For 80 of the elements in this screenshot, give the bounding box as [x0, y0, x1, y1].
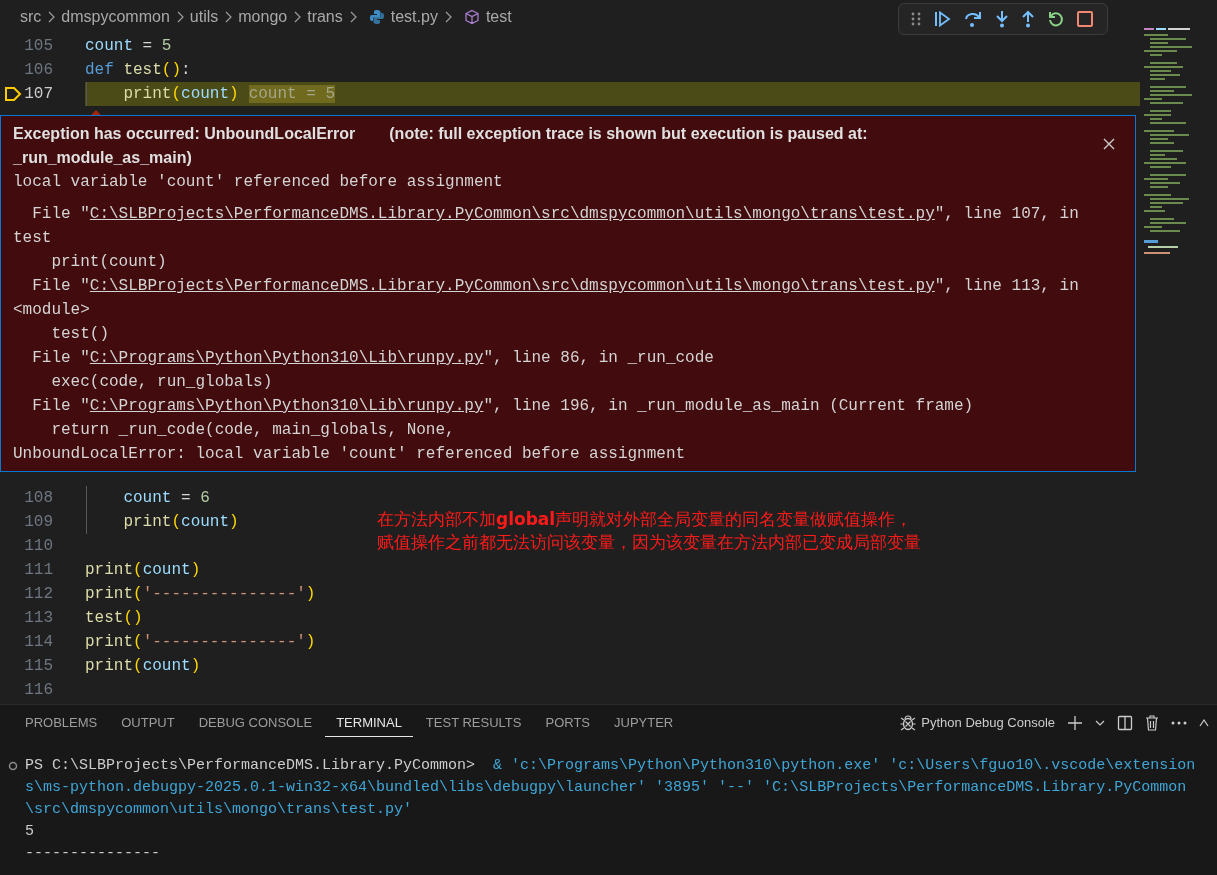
python-file-icon: [368, 9, 385, 25]
code-line: print('---------------'): [85, 633, 316, 651]
code-line: print(count): [122, 85, 239, 103]
terminal-output: ---------------: [25, 844, 162, 864]
trash-icon[interactable]: [1145, 714, 1159, 731]
file-link[interactable]: C:\SLBProjects\PerformanceDMS.Library.PyCommon\src\dmspycommon\utils\mongo\trans\test.py: [89, 277, 935, 295]
circle-icon: [8, 761, 18, 771]
trace-code: exec(code, run_globals): [50, 372, 274, 393]
panel-tab[interactable]: DEBUG CONSOLE: [187, 708, 324, 737]
terminal-output: 5: [25, 822, 35, 842]
chevron-icon: [175, 11, 184, 23]
split-icon[interactable]: [1117, 714, 1133, 731]
line-number: 106: [24, 61, 53, 79]
error-message: UnboundLocalError: local variable 'count' referenced before assignment: [13, 444, 687, 465]
bug-icon: [899, 713, 918, 732]
annotation-text: 赋值操作之前都无法访问该变量，因为该变量在方法内部已变成局部变量: [377, 531, 921, 554]
panel-tab[interactable]: PROBLEMS: [14, 708, 109, 737]
trace-code: test(): [50, 324, 110, 345]
step-out-button[interactable]: [1021, 10, 1035, 28]
breadcrumb-item[interactable]: test: [485, 8, 512, 26]
exception-message: local variable 'count' referenced before assignment: [13, 172, 504, 193]
inline-value: count = 5: [248, 85, 336, 103]
line-number: 105: [24, 37, 53, 55]
file-link[interactable]: C:\Programs\Python\Python310\Lib\runpy.py: [89, 397, 484, 415]
exception-header: Exception has occurred: UnboundLocalError (note: full exception trace is shown but execution is paused at: _run_module_as_main): [13, 124, 869, 168]
breadcrumb-item[interactable]: mongo: [238, 8, 288, 26]
chevron-icon: [224, 11, 233, 23]
line-number: 115: [24, 657, 53, 675]
terminal-command: PS C:\SLBProjects\PerformanceDMS.Library.PyCommon> & 'c:\Programs\Python\Python310\python.exe' 'c:\Users\fguo10\.vscode\extensions\ms-python.debugpy-2025.0.1-win32-x64\bundled\libs\debugpy\launcher' '3895' '--' 'C:\SLBProjects\PerformanceDMS.Library.PyCommon\src\dmspycommon\utils\mongo\trans\test.py': [25, 756, 1196, 820]
line-number: 109: [24, 513, 53, 531]
code-line: def test():: [85, 61, 191, 79]
cube-icon: [463, 9, 480, 25]
code-line: print(count): [85, 561, 201, 579]
restart-button[interactable]: [1047, 10, 1065, 28]
line-number: 107: [24, 85, 53, 103]
code-line: count = 5: [85, 37, 172, 55]
chevron-icon: [293, 11, 302, 23]
panel-tab[interactable]: OUTPUT: [110, 708, 186, 737]
step-over-button[interactable]: [963, 10, 983, 28]
caret-icon[interactable]: [1095, 718, 1105, 727]
panel-tab[interactable]: PORTS: [534, 708, 602, 737]
trace-code: return _run_code(code, main_globals, None,: [50, 420, 456, 441]
trace-line: File "C:\Programs\Python\Python310\Lib\runpy.py", line 86, in _run_code: [31, 348, 715, 369]
panel-tab[interactable]: TEST RESULTS: [414, 708, 533, 737]
step-into-button[interactable]: [995, 10, 1009, 28]
close-button[interactable]: [1101, 136, 1117, 152]
file-link[interactable]: C:\Programs\Python\Python310\Lib\runpy.py: [89, 349, 484, 367]
more-icon[interactable]: [1171, 720, 1187, 725]
continue-button[interactable]: [933, 10, 951, 28]
line-number: 113: [24, 609, 53, 627]
code-line: print(count): [122, 513, 239, 531]
breadcrumb-item[interactable]: trans: [307, 8, 343, 26]
breadcrumb-item[interactable]: dmspycommon: [61, 8, 170, 26]
line-number: 116: [24, 681, 53, 699]
chevron-icon: [47, 11, 56, 23]
chevron-icon: [348, 11, 357, 23]
chevron-icon: [443, 11, 452, 23]
plus-icon[interactable]: [1067, 714, 1083, 731]
code-line: print(count): [85, 657, 201, 675]
breadcrumb-item[interactable]: src: [20, 8, 42, 26]
line-number: 110: [24, 537, 53, 555]
annotation-text: 在方法内部不加global声明就对外部全局变量的同名变量做赋值操作，: [377, 508, 914, 531]
stop-button[interactable]: [1077, 11, 1093, 27]
breadcrumb-item[interactable]: utils: [189, 8, 219, 26]
code-line: print('---------------'): [85, 585, 316, 603]
panel-tab[interactable]: JUPYTER: [603, 708, 685, 737]
trace-code: print(count): [50, 252, 168, 273]
line-number: 112: [24, 585, 53, 603]
panel-tab[interactable]: TERMINAL: [325, 708, 413, 737]
close-icon: [1103, 138, 1115, 150]
terminal-selector[interactable]: Python Debug Console: [899, 713, 1055, 732]
line-number: 111: [24, 561, 53, 579]
code-line: test(): [85, 609, 143, 627]
trace-line: File "C:\Programs\Python\Python310\Lib\runpy.py", line 196, in _run_module_as_main (Current frame): [31, 396, 975, 417]
code-line: count = 6: [122, 489, 210, 507]
file-link[interactable]: C:\SLBProjects\PerformanceDMS.Library.PyCommon\src\dmspycommon\utils\mongo\trans\test.py: [89, 205, 935, 223]
line-number: 114: [24, 633, 53, 651]
breadcrumb-item[interactable]: test.py: [390, 8, 438, 26]
grip-icon[interactable]: [911, 12, 921, 26]
line-number: 108: [24, 489, 53, 507]
